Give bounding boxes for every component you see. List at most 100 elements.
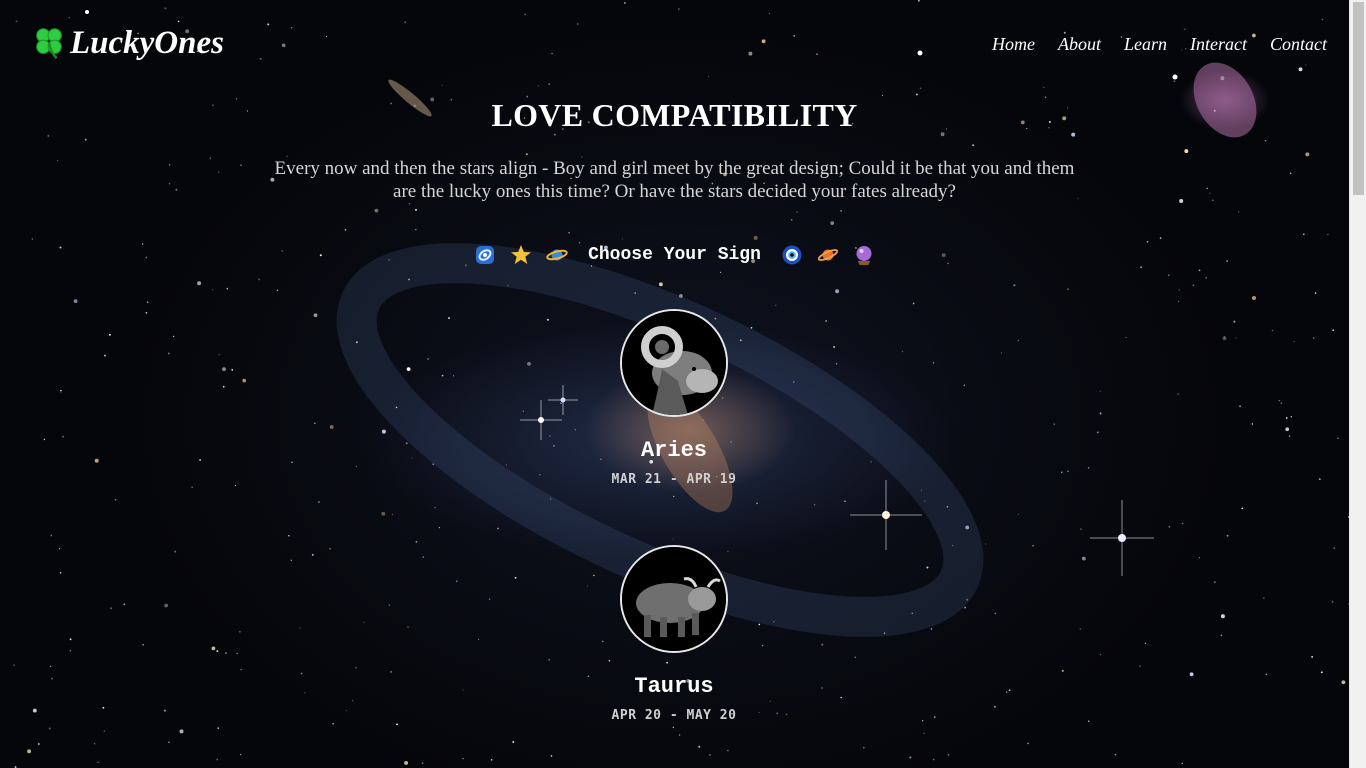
star-dot: [621, 238, 623, 240]
star-dot: [197, 281, 202, 286]
star-dot: [551, 52, 553, 55]
nav-contact[interactable]: Contact: [1270, 33, 1327, 55]
star-dot: [1205, 276, 1208, 279]
nav-interact[interactable]: Interact: [1190, 33, 1247, 55]
star-dot: [1312, 337, 1315, 339]
star-dot: [172, 335, 175, 338]
star-dot: [1252, 296, 1256, 300]
star-dot: [1333, 547, 1336, 549]
star-dot: [224, 652, 227, 654]
star-dot: [512, 741, 515, 743]
star-dot: [825, 320, 827, 322]
logo-link[interactable]: LuckyOnes: [30, 24, 224, 62]
star-dot: [1223, 336, 1226, 338]
star-dot: [84, 138, 87, 141]
star-dot: [1262, 597, 1265, 599]
star-dot: [441, 84, 443, 86]
star-dot: [175, 188, 178, 191]
star-dot: [930, 628, 933, 630]
nav-about[interactable]: About: [1058, 33, 1101, 55]
star-dot: [527, 362, 531, 366]
star-dot: [1305, 64, 1307, 66]
star-dot: [145, 311, 148, 314]
star-dot: [1184, 149, 1189, 154]
nav-home[interactable]: Home: [992, 33, 1035, 55]
star-dot: [216, 758, 218, 761]
star-dot: [1181, 762, 1183, 765]
star-dot: [222, 367, 226, 371]
star-dot: [103, 730, 105, 732]
star-dot: [47, 135, 50, 137]
star-dot: [415, 208, 417, 211]
star-dot: [1241, 507, 1244, 510]
star-dot: [142, 643, 145, 646]
star-dot: [549, 435, 551, 437]
star-dot: [1144, 642, 1147, 645]
star-dot: [290, 559, 292, 561]
star-dot: [27, 749, 32, 754]
star-dot: [553, 133, 556, 136]
star-dot: [314, 422, 316, 425]
star-dot: [69, 649, 72, 652]
star-dot: [146, 301, 149, 304]
star-dot: [548, 658, 551, 661]
star-dot: [776, 712, 779, 715]
sign-name: Taurus: [634, 674, 714, 699]
sign-card-taurus[interactable]: Taurus APR 20 - MAY 20: [574, 545, 774, 725]
star-dot: [15, 20, 18, 23]
star-dot: [1285, 417, 1288, 419]
star-dot: [281, 43, 286, 48]
star-dot: [923, 732, 925, 735]
star-dot: [234, 484, 237, 487]
star-dot: [427, 358, 429, 360]
sign-card-aries[interactable]: Aries MAR 21 - APR 19: [574, 309, 774, 489]
star-dot: [1298, 67, 1303, 72]
star-dot: [1288, 435, 1291, 437]
star-dot: [37, 743, 40, 745]
page-scrollbar[interactable]: [1349, 0, 1366, 768]
star-dot: [1311, 656, 1313, 658]
star-dot: [1125, 336, 1127, 338]
star-dot: [313, 313, 318, 318]
star-dot: [576, 23, 579, 25]
star-dot: [1192, 284, 1195, 287]
star-dot: [1302, 233, 1305, 236]
star-dot: [363, 621, 365, 623]
star-dot: [1099, 390, 1101, 392]
star-dot: [753, 235, 758, 240]
star-dot: [1198, 269, 1201, 272]
star-dot: [329, 547, 331, 550]
star-dot: [490, 758, 493, 761]
star-dot: [560, 402, 562, 404]
star-dot: [1285, 427, 1290, 432]
star-dot: [672, 726, 674, 729]
star-dot: [768, 12, 770, 15]
star-dot: [231, 369, 234, 371]
star-dot: [332, 723, 334, 725]
star-dot: [1318, 478, 1321, 480]
nav-learn[interactable]: Learn: [1124, 33, 1167, 55]
star-dot: [505, 464, 507, 466]
star-dot: [311, 553, 314, 556]
star-dot: [1017, 513, 1019, 515]
clover-icon: [36, 28, 62, 60]
star-dot: [164, 7, 167, 10]
star-dot: [50, 534, 53, 537]
sign-dates: APR 20 - MAY 20: [611, 708, 737, 723]
star-dot: [1013, 284, 1016, 287]
star-dot: [1043, 86, 1045, 88]
star-dot: [453, 375, 455, 377]
sign-dates: MAR 21 - APR 19: [611, 472, 737, 487]
scrollbar-thumb[interactable]: [1353, 2, 1364, 195]
star-dot: [550, 755, 553, 757]
star-dot: [926, 566, 929, 569]
star-dot: [525, 153, 528, 156]
star-dot: [462, 757, 464, 760]
star-dot: [830, 221, 835, 225]
star-dot: [1189, 672, 1194, 677]
star-dot: [396, 723, 398, 726]
star-dot: [919, 87, 922, 90]
star-dot: [963, 384, 966, 387]
star-dot: [216, 650, 219, 653]
star-dot: [211, 646, 216, 651]
